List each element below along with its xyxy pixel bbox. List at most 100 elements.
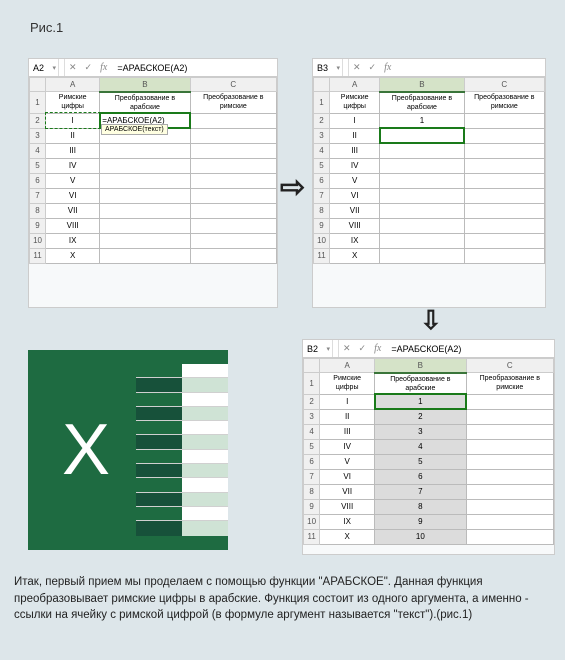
cell[interactable]: Римские цифры bbox=[46, 92, 100, 114]
cell[interactable] bbox=[380, 188, 464, 203]
col-header[interactable]: B bbox=[380, 78, 464, 92]
cell[interactable] bbox=[464, 173, 544, 188]
cell[interactable]: IV bbox=[330, 158, 380, 173]
row-header[interactable]: 8 bbox=[30, 203, 46, 218]
row-header[interactable]: 5 bbox=[304, 439, 320, 454]
cell[interactable] bbox=[464, 113, 544, 128]
cell[interactable]: 1 bbox=[380, 113, 464, 128]
cell[interactable] bbox=[380, 173, 464, 188]
row-header[interactable]: 6 bbox=[314, 173, 330, 188]
cell[interactable] bbox=[466, 439, 553, 454]
cell[interactable] bbox=[190, 248, 276, 263]
cell[interactable] bbox=[190, 203, 276, 218]
chevron-down-icon[interactable]: ▾ bbox=[52, 64, 56, 72]
formula-text[interactable]: =АРАБСКОЕ(A2) bbox=[111, 63, 277, 73]
cell[interactable]: 6 bbox=[375, 469, 466, 484]
cell[interactable]: V bbox=[330, 173, 380, 188]
row-header[interactable]: 2 bbox=[30, 113, 46, 128]
cell[interactable] bbox=[380, 158, 464, 173]
accept-icon[interactable]: ✓ bbox=[81, 62, 97, 73]
cell[interactable] bbox=[100, 248, 190, 263]
cell[interactable] bbox=[464, 203, 544, 218]
row-header[interactable]: 8 bbox=[314, 203, 330, 218]
accept-icon[interactable]: ✓ bbox=[365, 62, 381, 73]
row-header[interactable]: 5 bbox=[30, 158, 46, 173]
col-header[interactable]: C bbox=[464, 78, 544, 92]
cell[interactable]: VI bbox=[330, 188, 380, 203]
spreadsheet[interactable]: A B C 1 Римские цифры Преобразование в а… bbox=[313, 77, 545, 264]
cell[interactable]: I bbox=[46, 113, 100, 128]
cell[interactable]: Преобразование в арабские bbox=[380, 92, 464, 114]
cell[interactable]: 2 bbox=[375, 409, 466, 424]
cancel-icon[interactable]: ✕ bbox=[339, 343, 355, 354]
col-header[interactable]: A bbox=[330, 78, 380, 92]
cell[interactable] bbox=[466, 469, 553, 484]
name-box[interactable]: B3▾ bbox=[313, 59, 343, 76]
fx-icon[interactable]: fx bbox=[380, 62, 395, 73]
col-header[interactable]: C bbox=[190, 78, 276, 92]
accept-icon[interactable]: ✓ bbox=[355, 343, 371, 354]
cell[interactable] bbox=[464, 188, 544, 203]
cell[interactable] bbox=[100, 218, 190, 233]
row-header[interactable]: 11 bbox=[30, 248, 46, 263]
cell[interactable] bbox=[380, 203, 464, 218]
row-header[interactable]: 4 bbox=[304, 424, 320, 439]
cell[interactable]: IV bbox=[320, 439, 375, 454]
cell[interactable]: III bbox=[330, 143, 380, 158]
col-header[interactable]: B bbox=[375, 359, 466, 373]
cell[interactable] bbox=[466, 499, 553, 514]
fx-icon[interactable]: fx bbox=[96, 62, 111, 73]
cell[interactable]: Преобразование в арабские bbox=[375, 373, 466, 395]
cell[interactable]: VII bbox=[46, 203, 100, 218]
cell[interactable]: II bbox=[330, 128, 380, 143]
row-header[interactable]: 2 bbox=[314, 113, 330, 128]
row-header[interactable]: 4 bbox=[314, 143, 330, 158]
cell[interactable]: I bbox=[330, 113, 380, 128]
row-header[interactable]: 10 bbox=[304, 514, 320, 529]
row-header[interactable]: 3 bbox=[314, 128, 330, 143]
row-header[interactable]: 10 bbox=[314, 233, 330, 248]
cell[interactable]: VIII bbox=[320, 499, 375, 514]
row-header[interactable]: 3 bbox=[30, 128, 46, 143]
row-header[interactable]: 1 bbox=[30, 92, 46, 114]
cell[interactable]: Преобразование в римские bbox=[466, 373, 553, 395]
row-header[interactable]: 7 bbox=[30, 188, 46, 203]
cell[interactable]: VIII bbox=[46, 218, 100, 233]
cell[interactable] bbox=[100, 143, 190, 158]
chevron-down-icon[interactable]: ▾ bbox=[326, 345, 330, 353]
row-header[interactable]: 6 bbox=[304, 454, 320, 469]
chevron-down-icon[interactable]: ▾ bbox=[336, 64, 340, 72]
corner[interactable] bbox=[30, 78, 46, 92]
cell[interactable]: Преобразование в арабские bbox=[100, 92, 190, 114]
cell[interactable]: 9 bbox=[375, 514, 466, 529]
cell[interactable]: Преобразование в римские bbox=[464, 92, 544, 114]
cell[interactable] bbox=[380, 143, 464, 158]
cell[interactable] bbox=[380, 218, 464, 233]
col-header[interactable]: C bbox=[466, 359, 553, 373]
fx-icon[interactable]: fx bbox=[370, 343, 385, 354]
cell[interactable]: II bbox=[46, 128, 100, 143]
row-header[interactable]: 2 bbox=[304, 394, 320, 409]
cell[interactable]: III bbox=[320, 424, 375, 439]
col-header[interactable]: A bbox=[320, 359, 375, 373]
cell[interactable]: 7 bbox=[375, 484, 466, 499]
cell[interactable] bbox=[190, 113, 276, 128]
cell[interactable] bbox=[380, 248, 464, 263]
cell[interactable]: IX bbox=[330, 233, 380, 248]
cancel-icon[interactable]: ✕ bbox=[349, 62, 365, 73]
cell[interactable]: III bbox=[46, 143, 100, 158]
cell[interactable] bbox=[466, 424, 553, 439]
cancel-icon[interactable]: ✕ bbox=[65, 62, 81, 73]
cell[interactable] bbox=[100, 188, 190, 203]
cell[interactable]: 5 bbox=[375, 454, 466, 469]
cell[interactable] bbox=[464, 248, 544, 263]
cell[interactable] bbox=[190, 218, 276, 233]
row-header[interactable]: 9 bbox=[304, 499, 320, 514]
cell[interactable]: 10 bbox=[375, 529, 466, 544]
cell[interactable] bbox=[466, 514, 553, 529]
row-header[interactable]: 1 bbox=[314, 92, 330, 114]
row-header[interactable]: 1 bbox=[304, 373, 320, 395]
cell[interactable]: 8 bbox=[375, 499, 466, 514]
cell[interactable] bbox=[190, 143, 276, 158]
col-header[interactable]: A bbox=[46, 78, 100, 92]
